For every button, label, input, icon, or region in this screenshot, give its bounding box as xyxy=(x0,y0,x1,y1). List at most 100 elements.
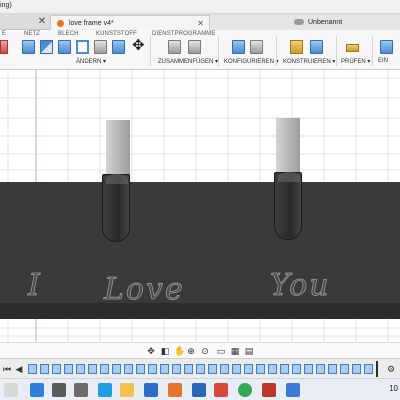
timeline-step[interactable] xyxy=(352,364,361,374)
viewports-icon[interactable]: ▤ xyxy=(244,346,254,356)
timeline-step[interactable] xyxy=(196,364,205,374)
close-icon[interactable]: ✕ xyxy=(36,16,48,28)
group-konstruieren[interactable]: KONSTRUIEREN ▾ xyxy=(283,58,335,65)
timeline-settings-icon[interactable]: ⚙ xyxy=(386,364,396,374)
tab-blech[interactable]: BLECH xyxy=(58,31,79,37)
joint-icon[interactable] xyxy=(188,40,201,54)
axis-icon[interactable] xyxy=(310,40,323,54)
timeline-step[interactable] xyxy=(40,364,49,374)
tab-netz[interactable]: NETZ xyxy=(24,31,40,37)
tab-label: Unbenannt xyxy=(308,19,343,26)
timeline-step[interactable] xyxy=(52,364,61,374)
timeline-start-icon[interactable]: ⏮ xyxy=(2,364,12,374)
group-aendern[interactable]: ÄNDERN ▾ xyxy=(76,58,106,65)
widgets-icon[interactable] xyxy=(4,383,18,397)
timeline-step[interactable] xyxy=(232,364,241,374)
timeline-step[interactable] xyxy=(364,364,373,374)
timeline-step[interactable] xyxy=(280,364,289,374)
document-tab-bar: ✕ love frame v4* ✕ Unbenannt xyxy=(0,14,400,30)
timeline-prev-icon[interactable]: ◀ xyxy=(14,364,24,374)
hook-left[interactable] xyxy=(102,174,130,242)
mail-icon[interactable] xyxy=(144,383,158,397)
timeline-step[interactable] xyxy=(220,364,229,374)
app-icon[interactable] xyxy=(286,383,300,397)
timeline-step[interactable] xyxy=(244,364,253,374)
tab-workspace-e[interactable]: E xyxy=(2,31,6,37)
window-title: ing) xyxy=(0,2,12,9)
clock[interactable]: 10 xyxy=(389,384,398,393)
tab-kunststoff[interactable]: KUNSTSTOFF xyxy=(96,31,137,37)
timeline-step[interactable] xyxy=(172,364,181,374)
close-tab-icon[interactable]: ✕ xyxy=(197,16,204,31)
engraving-word-i: I xyxy=(28,268,42,304)
press-pull-icon[interactable] xyxy=(22,40,35,54)
grid-settings-icon[interactable]: ▦ xyxy=(230,346,240,356)
task-view-icon[interactable] xyxy=(74,383,88,397)
zoom-icon[interactable]: ⊕ xyxy=(186,346,196,356)
display-settings-icon[interactable]: ▭ xyxy=(216,346,226,356)
group-konfigurieren[interactable]: KONFIGURIEREN ▾ xyxy=(224,58,279,65)
extrude-tool-icon[interactable] xyxy=(0,40,8,54)
pan-icon[interactable]: ✋ xyxy=(174,346,185,356)
timeline-step[interactable] xyxy=(124,364,133,374)
timeline-step[interactable] xyxy=(184,364,193,374)
move-icon[interactable]: ✥ xyxy=(132,38,145,53)
group-pruefen[interactable]: PRÜFEN ▾ xyxy=(341,58,370,65)
engraving-word-love: Love xyxy=(104,272,185,308)
chrome-icon[interactable] xyxy=(238,383,252,397)
look-at-icon[interactable]: ◧ xyxy=(160,346,170,356)
search-icon[interactable] xyxy=(52,383,66,397)
timeline-step[interactable] xyxy=(208,364,217,374)
taskbar: 10 xyxy=(0,378,400,400)
chamfer-icon[interactable] xyxy=(58,40,71,54)
shell-icon[interactable] xyxy=(76,40,89,54)
fusion-app-icon[interactable] xyxy=(168,383,182,397)
canvas-viewport[interactable]: I Love You xyxy=(0,70,400,342)
timeline-step[interactable] xyxy=(256,364,265,374)
tab-dienstprogramme[interactable]: DIENSTPROGRAMME xyxy=(152,31,216,37)
timeline-step[interactable] xyxy=(340,364,349,374)
fillet-icon[interactable] xyxy=(40,40,53,54)
timeline-marker[interactable] xyxy=(376,361,378,377)
timeline-step[interactable] xyxy=(148,364,157,374)
timeline-step[interactable] xyxy=(160,364,169,374)
timeline-step[interactable] xyxy=(304,364,313,374)
timeline-step[interactable] xyxy=(88,364,97,374)
insert-icon[interactable] xyxy=(380,40,393,54)
timeline-step[interactable] xyxy=(136,364,145,374)
timeline-step[interactable] xyxy=(316,364,325,374)
frame-bottom-edge xyxy=(0,303,400,319)
new-component-icon[interactable] xyxy=(168,40,181,54)
measure-icon[interactable] xyxy=(346,44,359,52)
timeline-step[interactable] xyxy=(64,364,73,374)
group-einfuegen[interactable]: EIN xyxy=(378,58,388,64)
timeline-step[interactable] xyxy=(76,364,85,374)
orbit-icon[interactable]: ✥ xyxy=(146,346,156,356)
scale-icon[interactable] xyxy=(94,40,107,54)
hook-right-lip xyxy=(278,172,300,182)
frame-body[interactable] xyxy=(0,182,400,318)
timeline-step[interactable] xyxy=(292,364,301,374)
timeline-step[interactable] xyxy=(268,364,277,374)
configure-icon[interactable] xyxy=(232,40,245,54)
group-zusammenfuegen[interactable]: ZUSAMMENFÜGEN ▾ xyxy=(158,58,218,65)
office-icon[interactable] xyxy=(214,383,228,397)
timeline-step[interactable] xyxy=(100,364,109,374)
plane-icon[interactable] xyxy=(290,40,303,54)
app-icon[interactable] xyxy=(192,383,206,397)
timeline-step[interactable] xyxy=(112,364,121,374)
fit-icon[interactable]: ⊙ xyxy=(200,346,210,356)
timeline-step[interactable] xyxy=(328,364,337,374)
hook-right[interactable] xyxy=(274,172,302,240)
cloud-icon xyxy=(294,19,304,25)
table-icon[interactable] xyxy=(250,40,263,54)
combine-icon[interactable] xyxy=(112,40,125,54)
tab-love-frame[interactable]: love frame v4* ✕ xyxy=(50,15,210,30)
design-timeline[interactable]: ⏮ ◀ ⚙ xyxy=(0,358,400,378)
app-icon[interactable] xyxy=(262,383,276,397)
start-icon[interactable] xyxy=(30,383,44,397)
edge-icon[interactable] xyxy=(98,383,112,397)
timeline-step[interactable] xyxy=(28,364,37,374)
tab-unbenannt[interactable]: Unbenannt xyxy=(210,15,400,30)
file-explorer-icon[interactable] xyxy=(120,383,134,397)
